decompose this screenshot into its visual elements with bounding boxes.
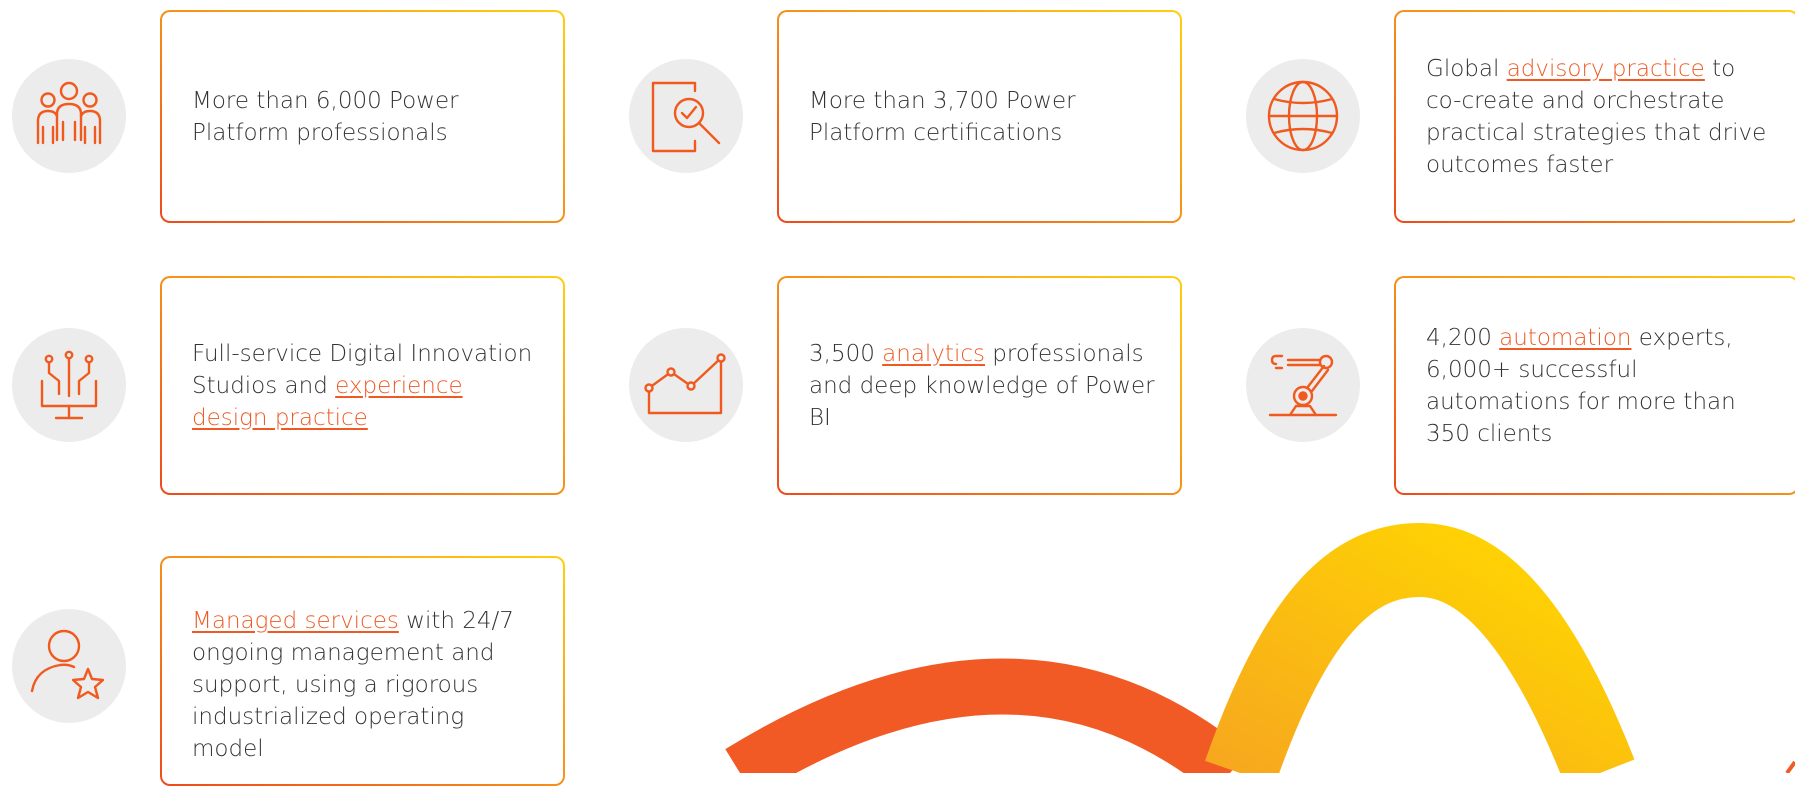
icon-circle-automation xyxy=(1246,328,1360,442)
card-text: More than 3,700 Power Platform certifica… xyxy=(809,85,1160,149)
icon-circle-certifications xyxy=(629,59,743,173)
card-text: More than 6,000 Power Platform professio… xyxy=(192,85,543,149)
circuit-monitor-icon xyxy=(40,350,98,420)
line-chart-icon xyxy=(644,353,726,415)
card-innovation: Full-service Digital Innovation Studios … xyxy=(160,276,565,495)
globe-icon xyxy=(1267,80,1339,152)
card-certifications: More than 3,700 Power Platform certifica… xyxy=(777,10,1182,223)
orange-corner-accent xyxy=(1785,760,1795,773)
managed-services-link[interactable]: Managed services xyxy=(192,608,399,634)
text-segment: Global xyxy=(1426,55,1507,82)
card-professionals: More than 6,000 Power Platform professio… xyxy=(160,10,565,223)
card-body: 3,500 analytics professionals and deep k… xyxy=(779,278,1180,493)
people-group-icon xyxy=(36,81,102,145)
text-segment: More than 3,700 Power Platform certifica… xyxy=(809,87,1076,146)
icon-circle-advisory xyxy=(1246,59,1360,173)
advisory-practice-link[interactable]: advisory practice xyxy=(1507,56,1705,82)
card-text: 4,200 automation experts, 6,000+ success… xyxy=(1426,322,1777,450)
text-segment: More than 6,000 Power Platform professio… xyxy=(192,87,459,146)
analytics-link[interactable]: analytics xyxy=(882,341,985,367)
card-automation: 4,200 automation experts, 6,000+ success… xyxy=(1394,276,1795,495)
card-advisory: Global advisory practice to co-create an… xyxy=(1394,10,1795,223)
card-managed-services: Managed services with 24/7 ongoing manag… xyxy=(160,556,565,786)
robotic-arm-icon xyxy=(1268,354,1338,417)
person-star-icon xyxy=(30,629,105,700)
card-body: Managed services with 24/7 ongoing manag… xyxy=(162,558,563,784)
card-body: More than 6,000 Power Platform professio… xyxy=(162,12,563,221)
automation-link[interactable]: automation xyxy=(1499,325,1631,351)
card-body: More than 3,700 Power Platform certifica… xyxy=(779,12,1180,221)
card-body: 4,200 automation experts, 6,000+ success… xyxy=(1396,278,1795,493)
orange-arc xyxy=(725,658,1248,773)
icon-circle-analytics xyxy=(629,328,743,442)
card-text: Global advisory practice to co-create an… xyxy=(1426,53,1777,181)
text-segment: 4,200 xyxy=(1426,324,1500,351)
card-text: Managed services with 24/7 ongoing manag… xyxy=(192,605,543,765)
card-text: Full-service Digital Innovation Studios … xyxy=(192,338,543,434)
card-text: 3,500 analytics professionals and deep k… xyxy=(809,338,1160,434)
card-body: Full-service Digital Innovation Studios … xyxy=(162,278,563,493)
icon-circle-innovation xyxy=(12,328,126,442)
icon-circle-professionals xyxy=(12,59,126,173)
yellow-arc xyxy=(1205,522,1635,773)
text-segment: 3,500 xyxy=(809,340,883,367)
document-check-magnifier-icon xyxy=(651,81,721,153)
icon-circle-managed-services xyxy=(12,609,126,723)
card-analytics: 3,500 analytics professionals and deep k… xyxy=(777,276,1182,495)
card-body: Global advisory practice to co-create an… xyxy=(1396,12,1795,221)
